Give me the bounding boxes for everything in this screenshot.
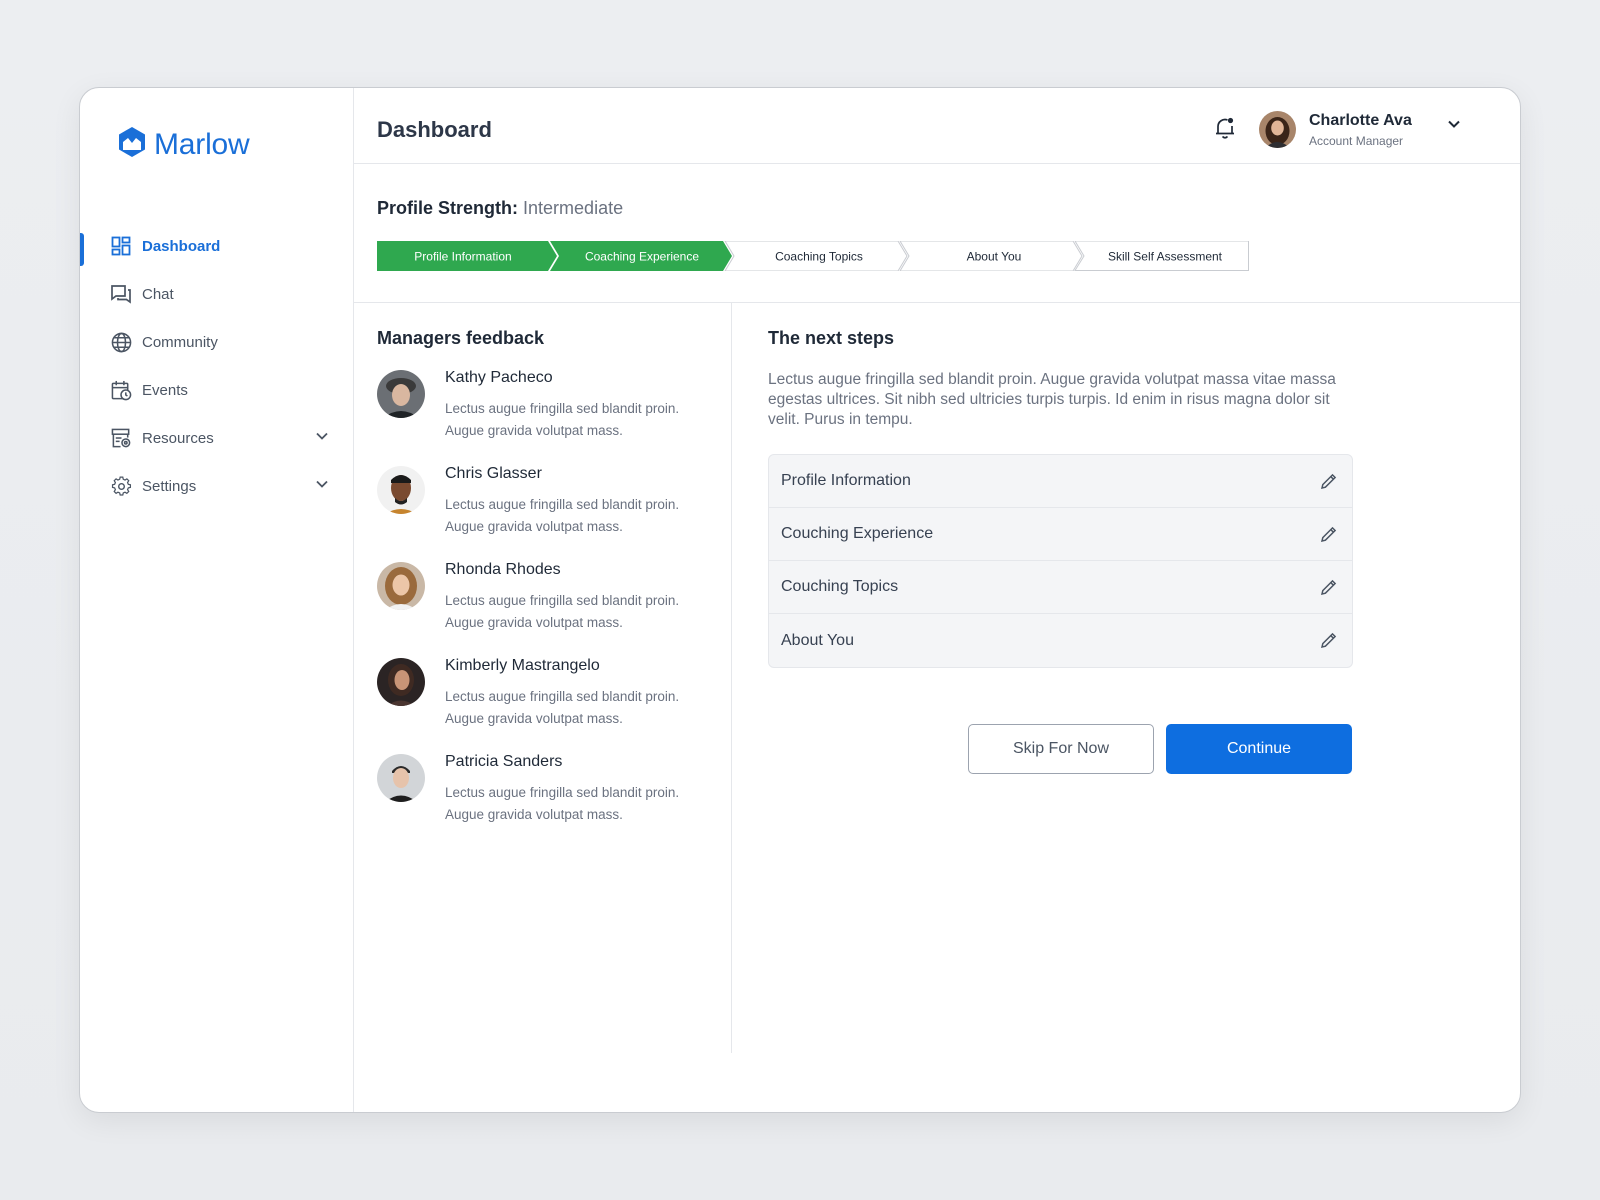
next-step-label: About You: [781, 631, 854, 649]
user-name: Charlotte Ava: [1309, 112, 1412, 129]
sidebar-item-label: Resources: [142, 429, 214, 447]
chat-icon: [110, 283, 132, 305]
feedback-text: Lectus augue fringilla sed blandit proin…: [445, 689, 680, 726]
user-avatar[interactable]: [1259, 111, 1296, 148]
marlow-logo-icon: [117, 126, 147, 163]
chevron-down-icon[interactable]: [315, 429, 329, 447]
next-steps-description: Lectus augue fringilla sed blandit proin…: [768, 371, 1336, 428]
avatar[interactable]: [377, 466, 425, 514]
dashboard-icon: [110, 235, 132, 257]
feedback-text: Lectus augue fringilla sed blandit proin…: [445, 497, 680, 534]
avatar[interactable]: [377, 370, 425, 418]
sidebar-item-resources[interactable]: Resources: [80, 414, 353, 462]
resources-icon: [110, 427, 132, 449]
section-title: Managers feedback: [377, 328, 545, 348]
page-title: Dashboard: [377, 117, 492, 142]
avatar[interactable]: [377, 754, 425, 802]
feedback-item[interactable]: Patricia Sanders Lectus augue fringilla …: [377, 752, 717, 848]
continue-button[interactable]: Continue: [1166, 724, 1352, 774]
sidebar-item-settings[interactable]: Settings: [80, 462, 353, 510]
sidebar-item-label: Chat: [142, 285, 174, 303]
sidebar-item-community[interactable]: Community: [80, 318, 353, 366]
step-label: Coaching Experience: [585, 250, 699, 264]
progress-stepper: Profile Information Coaching Experience …: [377, 241, 1257, 271]
feedback-item[interactable]: Chris Glasser Lectus augue fringilla sed…: [377, 464, 717, 560]
next-steps: The next steps Lectus augue fringilla se…: [768, 328, 1358, 774]
feedback-item[interactable]: Kathy Pacheco Lectus augue fringilla sed…: [377, 368, 717, 464]
pencil-icon[interactable]: [1320, 472, 1338, 495]
notification-bell-icon[interactable]: [1214, 116, 1236, 145]
top-header: Dashboard Charlotte Ava Account Manager: [354, 88, 1520, 164]
section-divider: [354, 302, 1520, 303]
brand-name: Marlow: [154, 127, 250, 161]
sidebar-item-events[interactable]: Events: [80, 366, 353, 414]
sidebar-item-label: Events: [142, 381, 188, 399]
sidebar: Marlow Dashboard Chat Community Events R…: [80, 88, 354, 1112]
sidebar-item-dashboard[interactable]: Dashboard: [80, 222, 353, 270]
step-label: Profile Information: [414, 250, 511, 264]
sidebar-item-chat[interactable]: Chat: [80, 270, 353, 318]
calendar-icon: [110, 379, 132, 401]
next-step-label: Couching Topics: [781, 578, 899, 595]
step-label: Skill Self Assessment: [1108, 250, 1223, 264]
next-step-row[interactable]: Profile Information: [769, 455, 1352, 508]
avatar[interactable]: [377, 658, 425, 706]
pencil-icon[interactable]: [1320, 631, 1338, 654]
feedback-list: Kathy Pacheco Lectus augue fringilla sed…: [377, 368, 717, 848]
skip-for-now-button[interactable]: Skip For Now: [968, 724, 1154, 774]
feedback-item[interactable]: Kimberly Mastrangelo Lectus augue fringi…: [377, 656, 717, 752]
profile-strength: Profile Strength: Intermediate: [377, 198, 623, 219]
feedback-text: Lectus augue fringilla sed blandit proin…: [445, 785, 680, 822]
user-role: Account Manager: [1309, 134, 1404, 148]
next-step-row[interactable]: About You: [769, 614, 1352, 667]
next-step-row[interactable]: Couching Experience: [769, 508, 1352, 561]
feedback-name: Kathy Pacheco: [445, 369, 553, 386]
profile-strength-label: Profile Strength:: [377, 198, 519, 218]
step-label: Coaching Topics: [775, 250, 863, 264]
gear-icon: [110, 475, 132, 497]
step-label: About You: [967, 250, 1022, 264]
feedback-name: Patricia Sanders: [445, 753, 563, 770]
feedback-name: Rhonda Rhodes: [445, 561, 561, 578]
sidebar-nav: Dashboard Chat Community Events Resource…: [80, 222, 353, 510]
pencil-icon[interactable]: [1320, 578, 1338, 601]
profile-strength-value: Intermediate: [523, 198, 624, 218]
pencil-icon[interactable]: [1320, 525, 1338, 548]
feedback-item[interactable]: Rhonda Rhodes Lectus augue fringilla sed…: [377, 560, 717, 656]
brand-logo[interactable]: Marlow: [117, 126, 250, 163]
action-buttons: Skip For Now Continue: [968, 724, 1352, 774]
next-steps-list: Profile Information Couching Experience …: [768, 454, 1353, 668]
app-window: Marlow Dashboard Chat Community Events R…: [79, 87, 1521, 1113]
feedback-name: Chris Glasser: [445, 465, 542, 482]
sidebar-item-label: Settings: [142, 477, 197, 495]
feedback-name: Kimberly Mastrangelo: [445, 657, 600, 674]
chevron-down-icon[interactable]: [315, 477, 329, 495]
section-title: The next steps: [768, 328, 895, 348]
next-step-label: Couching Experience: [781, 525, 934, 542]
stepper-svg: Profile Information Coaching Experience …: [377, 241, 1249, 271]
feedback-text: Lectus augue fringilla sed blandit proin…: [445, 401, 680, 438]
next-step-label: Profile Information: [781, 472, 911, 489]
next-step-row[interactable]: Couching Topics: [769, 561, 1352, 614]
managers-feedback: Managers feedback Kathy Pacheco Lectus a…: [377, 328, 717, 848]
globe-icon: [110, 331, 132, 353]
avatar[interactable]: [377, 562, 425, 610]
chevron-down-icon[interactable]: [1447, 117, 1461, 136]
sidebar-item-label: Community: [142, 333, 218, 351]
sidebar-item-label: Dashboard: [142, 237, 221, 255]
column-divider: [731, 303, 732, 1053]
feedback-text: Lectus augue fringilla sed blandit proin…: [445, 593, 680, 630]
